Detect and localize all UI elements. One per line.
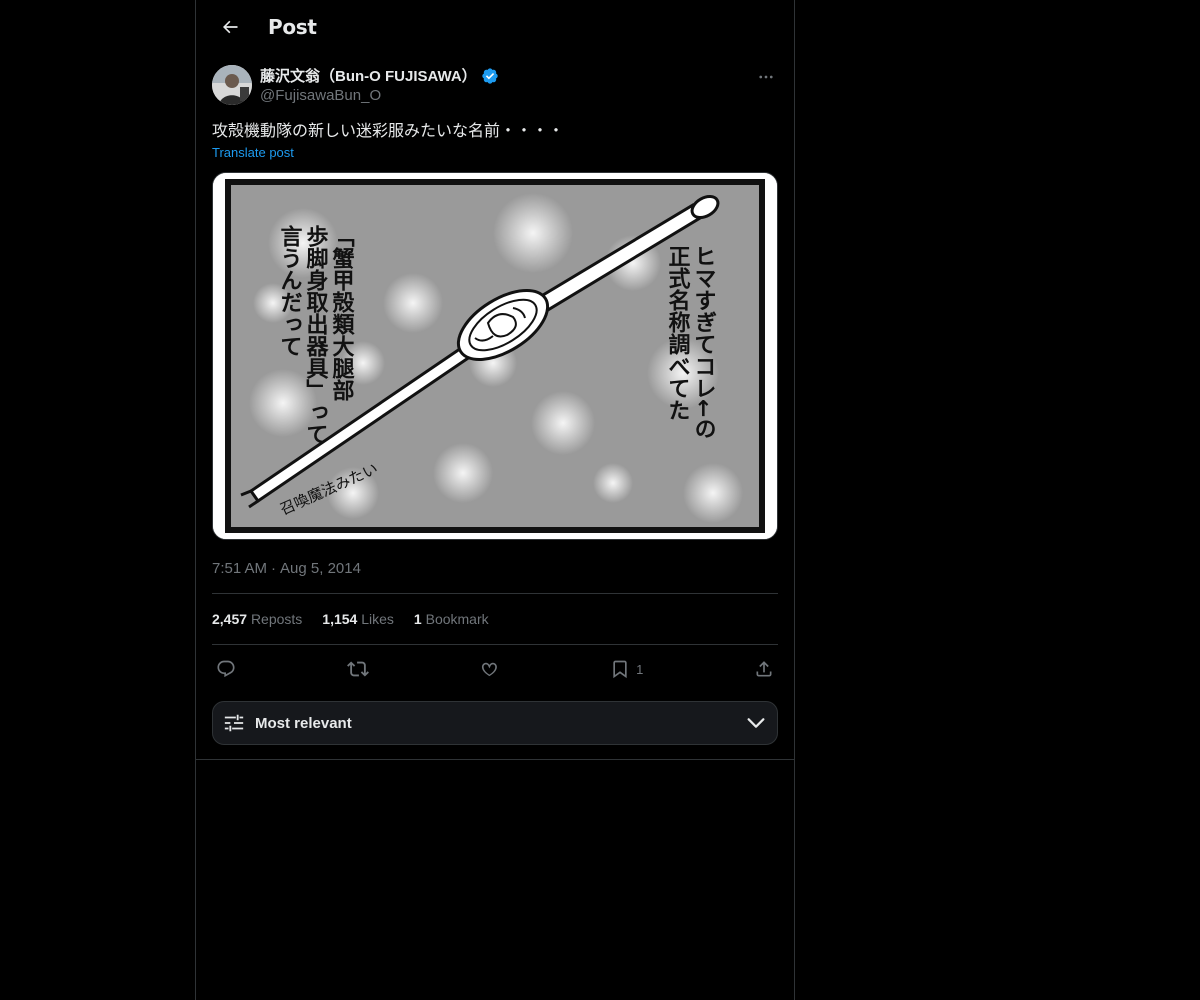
caption-left-line-2: 歩脚身取出器具」って (303, 225, 330, 445)
reply-icon (217, 660, 235, 678)
likes-stat[interactable]: 1,154 Likes (322, 611, 394, 627)
caption-left-line-1: 「蟹甲殻類大腿部 (329, 225, 355, 401)
author-row: 藤沢文翁（Bun-O FUJISAWA） @FujisawaBun_O (212, 65, 778, 105)
manga-panel-image: ヒマすぎてコレ←の 正式名称調べてた 「蟹甲殻類大腿部 歩脚身取出器具」って 言… (213, 173, 777, 539)
display-name-row: 藤沢文翁（Bun-O FUJISAWA） (260, 65, 499, 86)
chevron-down-icon (747, 718, 765, 728)
post-image[interactable]: ヒマすぎてコレ←の 正式名称調べてた 「蟹甲殻類大腿部 歩脚身取出器具」って 言… (212, 172, 778, 540)
more-dots-icon (759, 75, 773, 79)
bookmarks-stat[interactable]: 1 Bookmark (414, 611, 489, 627)
caption-left-line-3: 言うんだって (277, 224, 303, 357)
repost-icon (346, 661, 369, 677)
post-stats: 2,457 Reposts 1,154 Likes 1 Bookmark (212, 594, 778, 645)
author-handle[interactable]: @FujisawaBun_O (260, 87, 499, 104)
bookmark-button[interactable]: 1 (610, 659, 643, 679)
author-names: 藤沢文翁（Bun-O FUJISAWA） @FujisawaBun_O (260, 65, 499, 104)
bookmark-count: 1 (636, 661, 644, 677)
back-button[interactable] (212, 9, 248, 45)
heart-icon (482, 662, 498, 677)
page-title: Post (268, 14, 317, 39)
post-timestamp[interactable]: 7:51 AM · Aug 5, 2014 (212, 560, 778, 594)
translate-post-link[interactable]: Translate post (212, 145, 294, 160)
caption-right-line-2: 正式名称調べてた (665, 245, 691, 421)
like-button[interactable] (479, 659, 499, 679)
share-button[interactable] (754, 659, 774, 679)
share-icon (756, 661, 772, 677)
post-date: Aug 5, 2014 (280, 560, 361, 577)
verified-badge-icon (481, 67, 498, 84)
main-column: Post 藤沢文翁（Bun-O FUJISAWA） @FujisawaBun_O… (195, 0, 795, 1000)
author-display-name[interactable]: 藤沢文翁（Bun-O FUJISAWA） (260, 65, 477, 86)
post-text: 攻殻機動隊の新しい迷彩服みたいな名前・・・・ (212, 121, 565, 140)
more-options-button[interactable] (754, 65, 778, 89)
page-header: Post (196, 0, 794, 53)
section-divider (196, 759, 794, 760)
reposts-stat[interactable]: 2,457 Reposts (212, 611, 302, 627)
reply-button[interactable] (216, 659, 236, 679)
sort-replies-dropdown[interactable]: Most relevant (212, 701, 778, 745)
arrow-left-icon (223, 20, 238, 33)
repost-button[interactable] (346, 658, 369, 680)
sort-label: Most relevant (255, 714, 352, 732)
post: 藤沢文翁（Bun-O FUJISAWA） @FujisawaBun_O 攻殻機動… (196, 53, 794, 745)
post-time: 7:51 AM (212, 560, 268, 577)
bookmark-icon (613, 660, 627, 679)
avatar[interactable] (212, 65, 252, 105)
post-actions: 1 (212, 645, 778, 693)
filter-sliders-icon (224, 714, 244, 732)
caption-right-line-1: ヒマすぎてコレ←の (691, 245, 716, 439)
